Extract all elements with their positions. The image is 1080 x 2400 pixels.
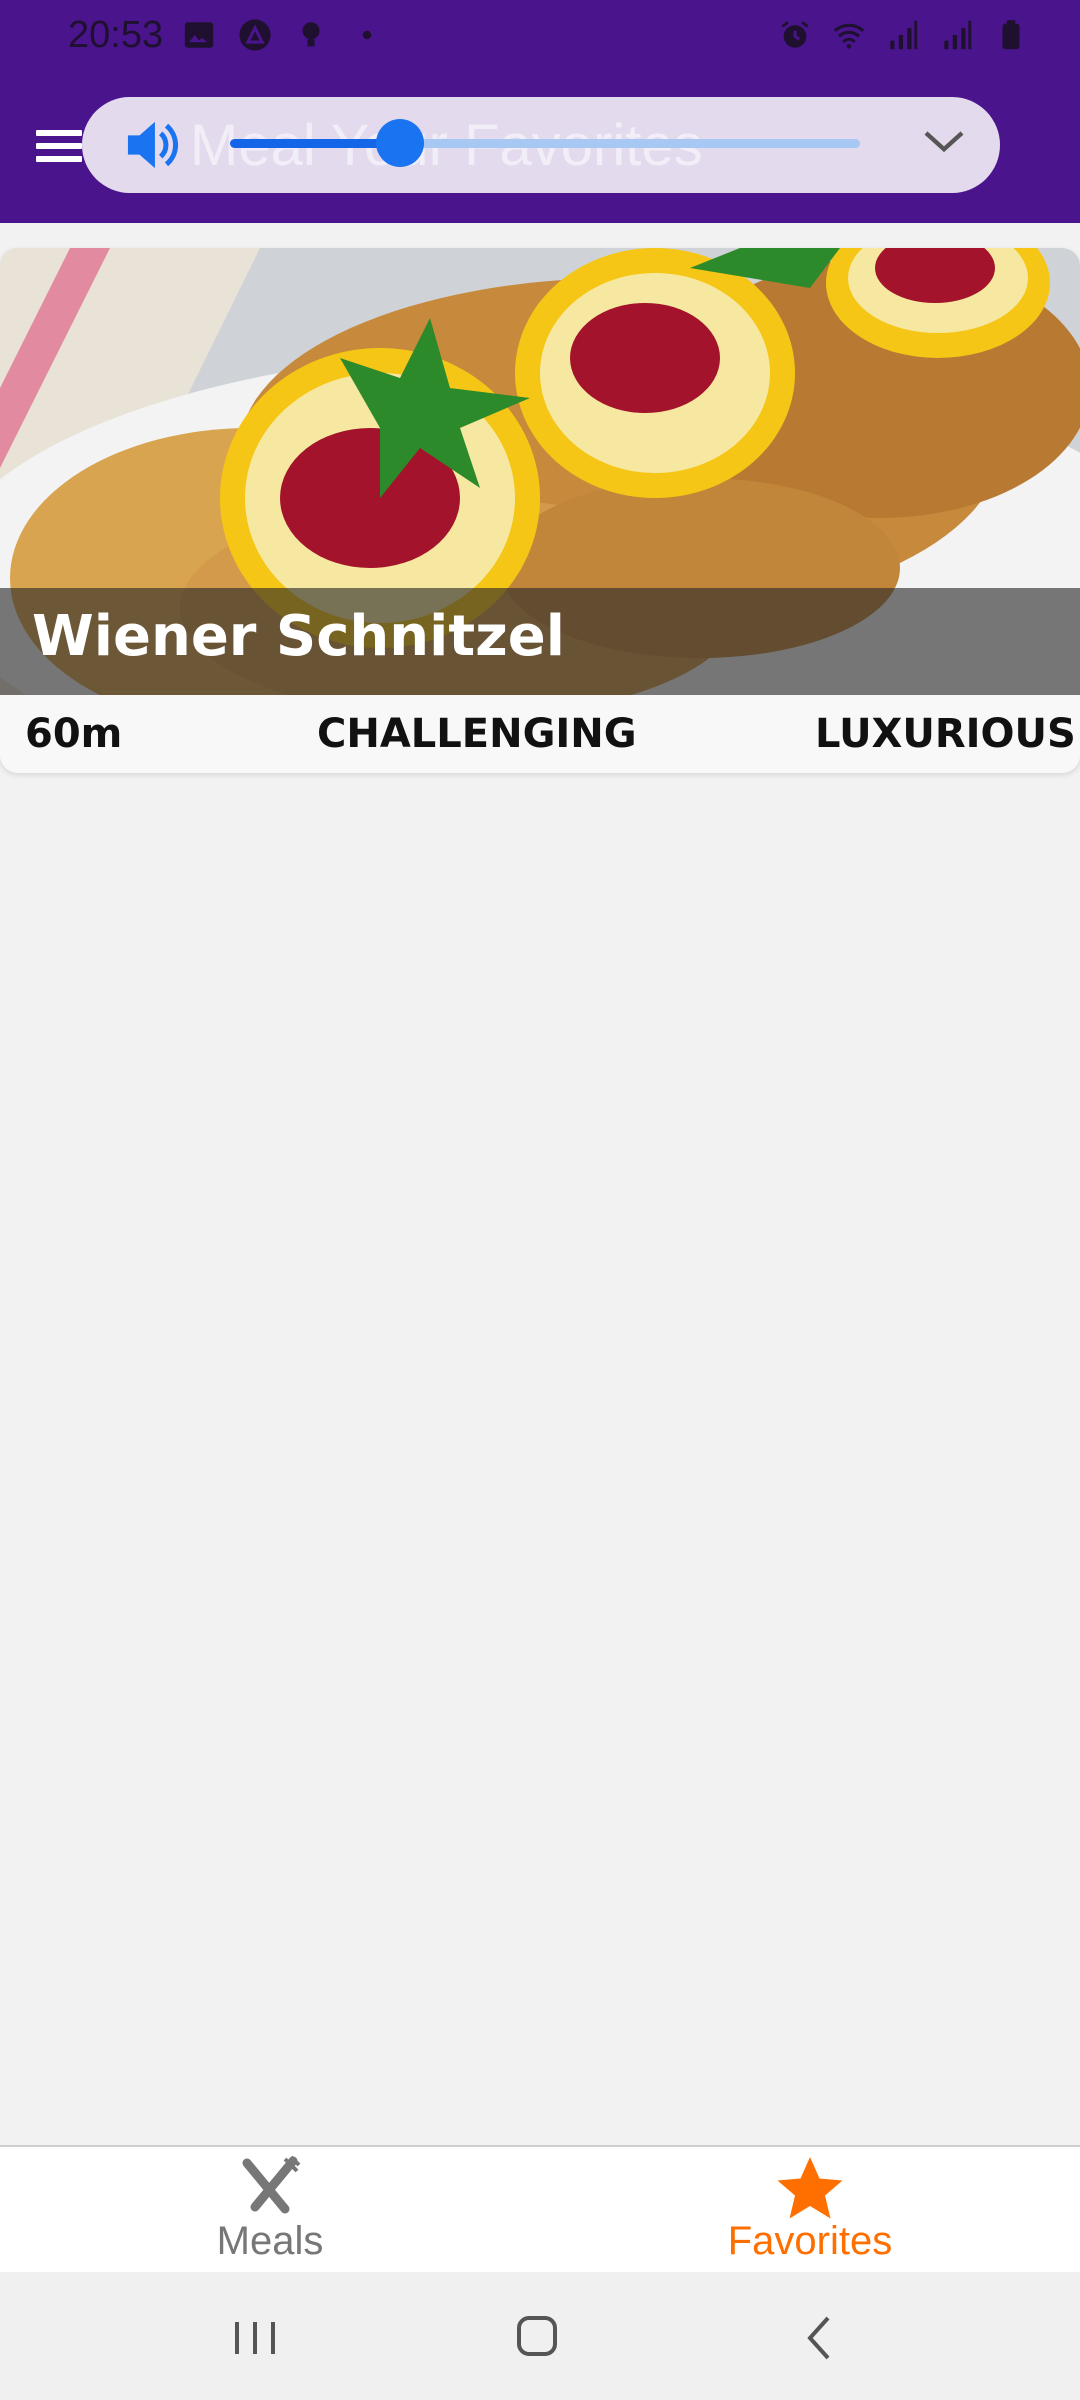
meal-details: 60m CHALLENGING LUXURIOUS <box>0 695 1080 773</box>
meal-card[interactable]: Wiener Schnitzel 60m CHALLENGING LUXURIO… <box>0 248 1080 773</box>
alarm-icon <box>781 21 809 48</box>
volume-slider[interactable] <box>230 119 860 167</box>
system-nav-bar <box>0 2272 1080 2400</box>
speaker-icon[interactable] <box>124 118 182 172</box>
hamburger-icon[interactable] <box>36 130 82 170</box>
signal-icon <box>944 20 972 50</box>
volume-slider-fill <box>230 139 401 148</box>
tab-meals[interactable]: Meals <box>90 2147 450 2274</box>
status-time: 20:53 <box>68 14 164 56</box>
app-icon <box>239 19 271 51</box>
meal-complexity: CHALLENGING <box>317 711 637 757</box>
battery-icon <box>1002 20 1020 50</box>
volume-slider-thumb[interactable] <box>376 119 425 167</box>
dot-icon <box>362 30 372 40</box>
meal-affordability: LUXURIOUS <box>815 711 1076 757</box>
bulb-icon <box>302 22 320 47</box>
tab-favorites-label: Favorites <box>727 2219 893 2263</box>
wifi-icon <box>833 23 865 49</box>
meal-duration: 60m <box>25 711 123 757</box>
tab-favorites[interactable]: Favorites <box>630 2147 990 2274</box>
signal-icon <box>890 20 918 50</box>
meal-title: Wiener Schnitzel <box>32 604 565 669</box>
image-icon <box>184 22 214 48</box>
star-icon <box>777 2157 843 2219</box>
back-icon[interactable] <box>790 2310 850 2366</box>
status-bar: 20:53 <box>0 0 1080 75</box>
recents-icon[interactable] <box>225 2310 285 2366</box>
chevron-down-icon[interactable] <box>922 124 966 160</box>
home-icon[interactable] <box>507 2310 567 2366</box>
bottom-tab-bar: Meals Favorites <box>0 2145 1080 2274</box>
cutlery-icon <box>242 2155 301 2214</box>
tab-meals-label: Meals <box>216 2219 324 2263</box>
